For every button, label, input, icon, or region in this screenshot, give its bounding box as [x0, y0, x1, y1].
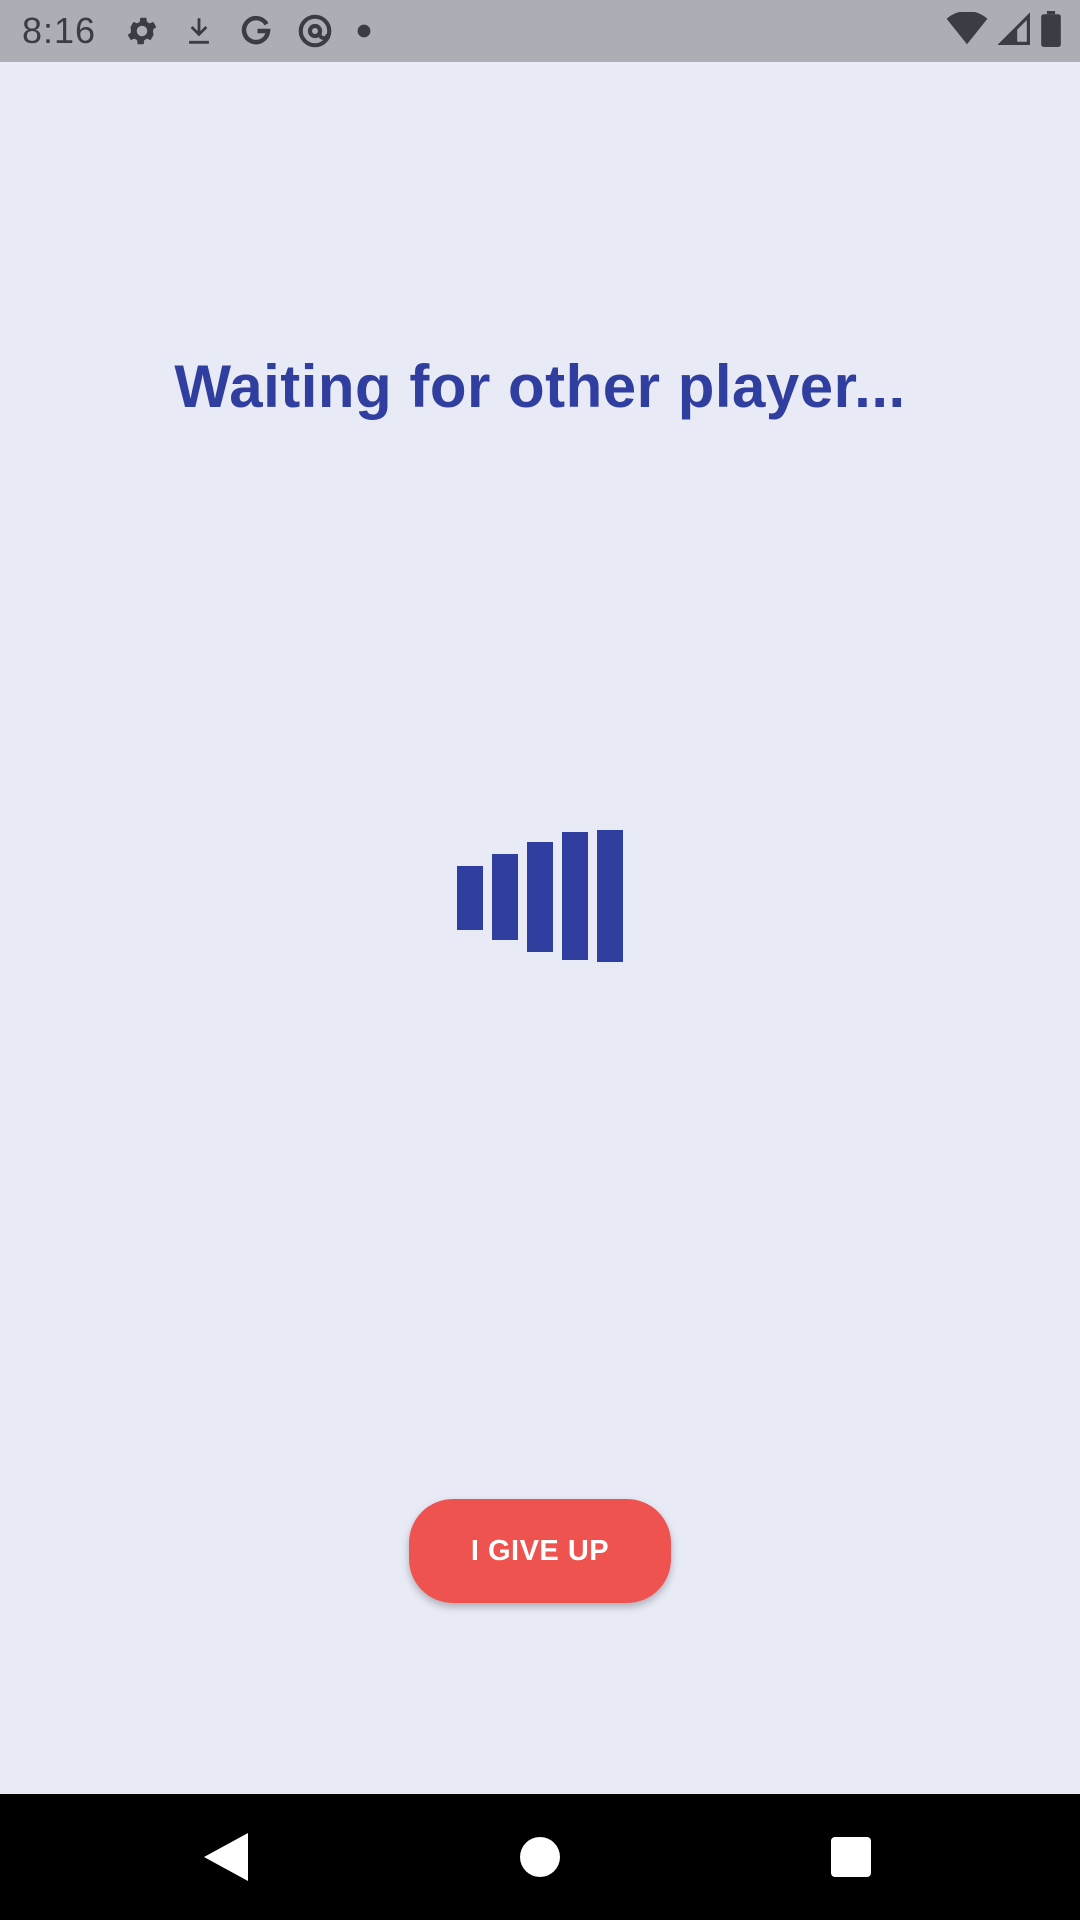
status-bar: 8:16 — [0, 0, 1080, 62]
back-icon[interactable] — [196, 1827, 256, 1887]
loader-bar — [597, 830, 623, 962]
navigation-bar — [0, 1794, 1080, 1920]
waiting-screen: 8:16 Waiting for other player... I GIVE … — [0, 0, 1080, 1920]
recents-icon[interactable] — [821, 1827, 881, 1887]
loading-bars-icon — [457, 830, 623, 964]
download-icon — [182, 11, 216, 51]
google-icon — [238, 11, 274, 51]
cell-signal-icon — [997, 11, 1030, 51]
status-icons-right — [946, 10, 1062, 52]
loader-bar — [492, 854, 518, 940]
status-icons-left — [124, 11, 372, 51]
give-up-button[interactable]: I GIVE UP — [409, 1499, 671, 1603]
status-time: 8:16 — [22, 10, 97, 51]
gear-icon — [124, 11, 160, 51]
wifi-icon — [946, 10, 988, 51]
home-icon[interactable] — [510, 1827, 570, 1887]
at-sign-icon — [296, 11, 334, 51]
waiting-title: Waiting for other player... — [174, 353, 906, 420]
loader-bar — [457, 866, 483, 930]
battery-icon — [1040, 10, 1062, 52]
dot-icon — [356, 11, 372, 51]
loader-bar — [527, 842, 553, 952]
loader-bar — [562, 832, 588, 960]
